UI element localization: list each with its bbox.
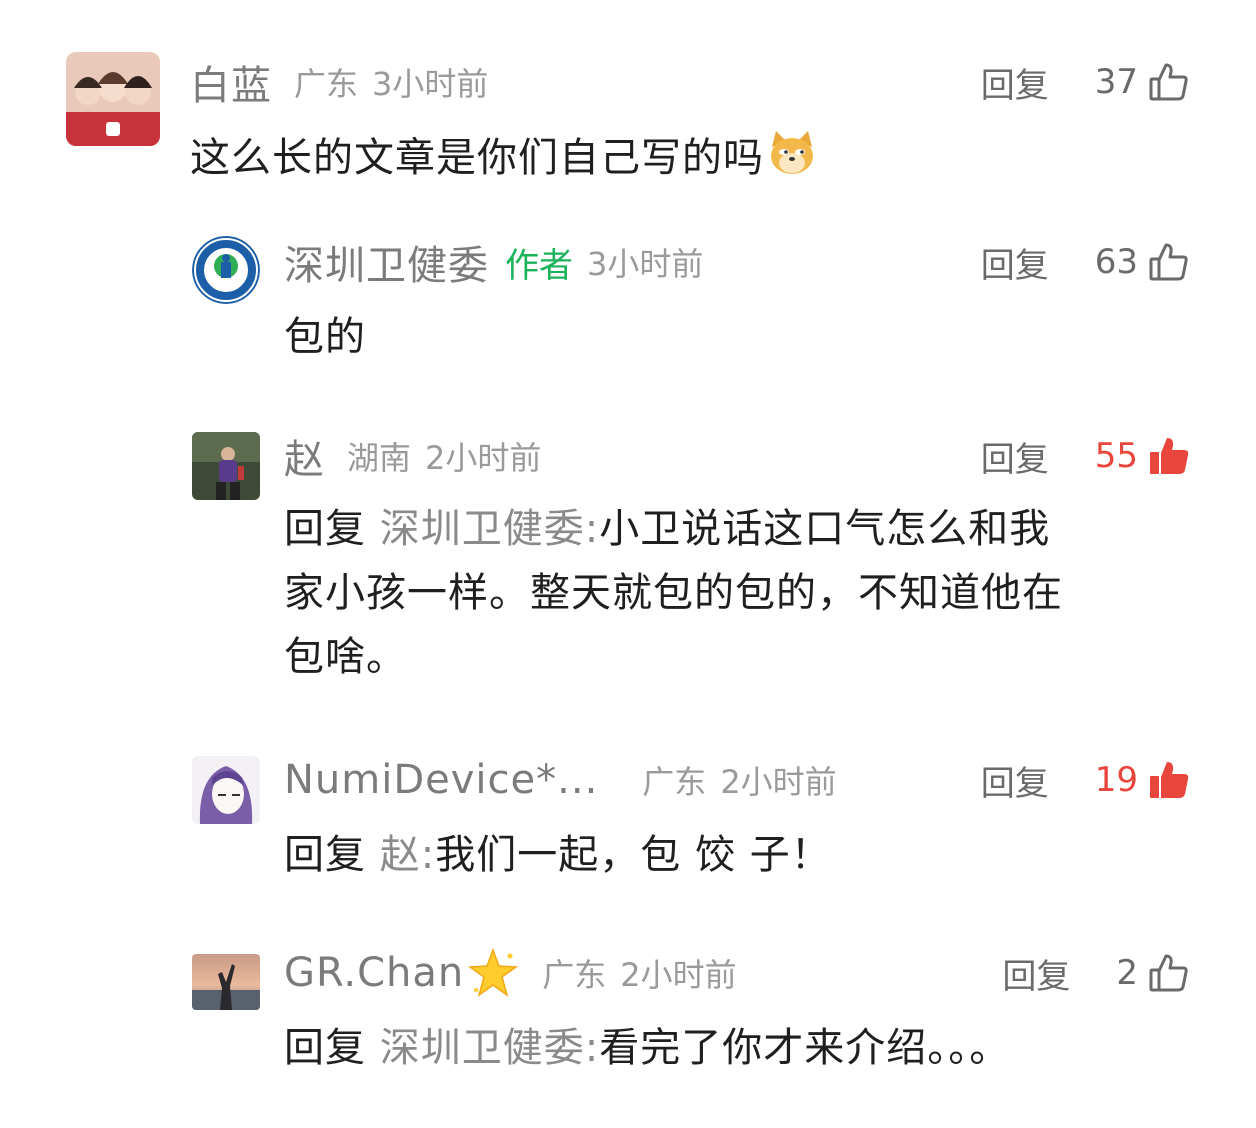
reply-target-username[interactable]: 深圳卫健委 [380, 1025, 585, 1071]
comment-text: 家小孩一样。整天就包的包的，不知道他在 [284, 570, 1063, 616]
comment-text: 小卫说话这口气怎么和我 [599, 506, 1051, 552]
timestamp: 2小时前 [425, 439, 542, 477]
timestamp: 3小时前 [587, 245, 704, 283]
thumbs-up-filled-icon[interactable] [1148, 435, 1190, 477]
like-count: 37 [1094, 62, 1138, 102]
reply-button[interactable]: 回复 [1002, 949, 1070, 998]
thumbs-up-outline-icon[interactable] [1148, 952, 1190, 994]
comment-text: 包啥。 [284, 634, 407, 680]
avatar[interactable] [192, 432, 260, 500]
timestamp: 2小时前 [620, 956, 737, 994]
thumbs-up-outline-icon[interactable] [1148, 241, 1190, 283]
like-count: 19 [1094, 760, 1138, 800]
star-emoji-icon [466, 946, 520, 1000]
reply-prefix: 回复 [284, 1025, 366, 1071]
username[interactable]: 白蓝 [190, 53, 272, 111]
reply-colon: : [420, 832, 436, 878]
like-count: 2 [1116, 953, 1138, 993]
avatar[interactable] [192, 954, 260, 1010]
username[interactable]: 深圳卫健委 [284, 233, 489, 291]
location: 广东 [542, 956, 607, 994]
comment-text: 我们一起，包 饺 子！ [435, 832, 832, 878]
reply-target-username[interactable]: 赵 [380, 832, 421, 878]
username[interactable]: GR.Chan [284, 950, 464, 996]
location: 广东 [294, 65, 359, 103]
username[interactable]: NumiDevice*... [284, 757, 598, 803]
comment-text: 看完了你才来介绍。。。 [599, 1025, 1011, 1071]
location: 广东 [642, 763, 707, 801]
reply-target-username[interactable]: 深圳卫健委 [380, 506, 585, 552]
timestamp: 3小时前 [372, 65, 489, 103]
reply-button[interactable]: 回复 [981, 432, 1049, 481]
reply-button[interactable]: 回复 [981, 238, 1049, 287]
comment-text: 包的 [284, 314, 366, 360]
reply-colon: : [584, 1025, 600, 1071]
reply-colon: : [584, 506, 600, 552]
username[interactable]: 赵 [284, 427, 325, 485]
timestamp: 2小时前 [720, 763, 837, 801]
location: 湖南 [347, 439, 412, 477]
reply-prefix: 回复 [284, 506, 366, 552]
avatar[interactable] [66, 52, 160, 146]
like-count: 55 [1094, 436, 1138, 476]
thumbs-up-outline-icon[interactable] [1148, 61, 1190, 103]
avatar[interactable] [192, 756, 260, 824]
author-badge: 作者 [505, 245, 573, 286]
doge-emoji-icon [766, 127, 818, 179]
thumbs-up-filled-icon[interactable] [1148, 759, 1190, 801]
comment-text: 这么长的文章是你们自己写的吗 [190, 135, 764, 181]
reply-button[interactable]: 回复 [981, 58, 1049, 107]
reply-button[interactable]: 回复 [981, 756, 1049, 805]
like-count: 63 [1094, 242, 1138, 282]
avatar[interactable] [192, 236, 260, 304]
reply-prefix: 回复 [284, 832, 366, 878]
